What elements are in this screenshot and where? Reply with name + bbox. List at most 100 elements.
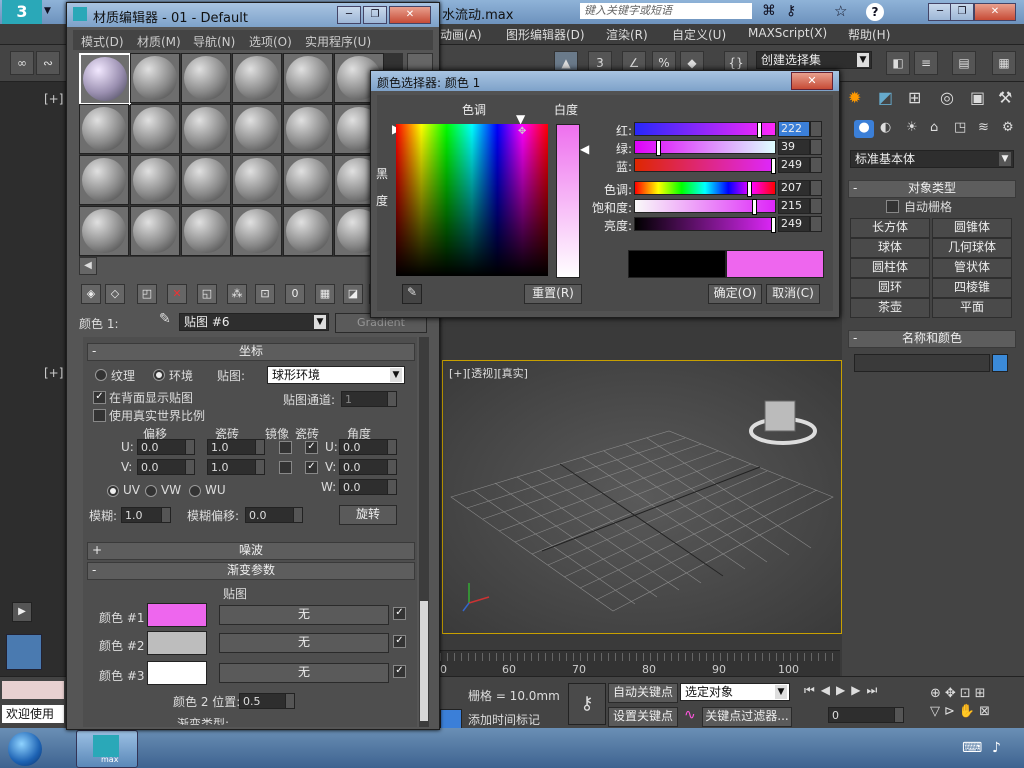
mat-menu-navigation[interactable]: 导航(N)	[193, 33, 235, 50]
sample-slot[interactable]	[232, 53, 282, 103]
sample-slot[interactable]	[79, 155, 129, 205]
show-end-icon[interactable]: ◪	[343, 284, 363, 304]
link-icon[interactable]: ∞	[10, 51, 34, 75]
green-slider[interactable]	[634, 140, 776, 156]
time-config-icon[interactable]	[440, 709, 462, 729]
gradient-rollout-header[interactable]: - 渐变参数	[87, 562, 415, 580]
sample-slot[interactable]	[181, 104, 231, 154]
set-key-icon[interactable]: ⚷	[568, 683, 606, 725]
material-editor-titlebar[interactable]: 材质编辑器 - 01 - Default ─ ❐ ✕	[67, 3, 439, 27]
map-name-dropdown[interactable]: 贴图 #6 ▼	[179, 313, 329, 331]
sample-slot[interactable]	[130, 155, 180, 205]
mat-minimize-button[interactable]: ─	[337, 6, 361, 24]
menu-customize[interactable]: 自定义(U)	[672, 26, 726, 43]
green-slider-knob[interactable]	[656, 140, 661, 156]
put-library-icon[interactable]: ⊡	[255, 284, 275, 304]
teapot-button[interactable]: 茶壶	[850, 298, 930, 318]
sample-slot[interactable]	[283, 155, 333, 205]
spacewarps-icon[interactable]: ≋	[978, 120, 989, 135]
u-mirror-checkbox[interactable]	[279, 441, 292, 454]
color3-map-button[interactable]: 无	[219, 663, 389, 683]
key-icon[interactable]: ⚷	[786, 3, 804, 21]
menu-graph-editors[interactable]: 图形编辑器(D)	[506, 26, 585, 43]
v-angle-spinner[interactable]: 0.0	[339, 459, 397, 475]
mat-menu-options[interactable]: 选项(O)	[249, 33, 292, 50]
sample-slot[interactable]	[232, 155, 282, 205]
cone-button[interactable]: 圆锥体	[932, 218, 1012, 238]
volume-icon[interactable]: ♪	[992, 740, 1001, 756]
red-slider-knob[interactable]	[757, 122, 762, 138]
effects-channel-icon[interactable]: 0	[285, 284, 305, 304]
eyedropper-icon[interactable]: ✎	[402, 284, 422, 304]
whiteness-bar[interactable]	[556, 124, 580, 278]
blue-slider[interactable]	[634, 158, 776, 174]
u-offset-spinner[interactable]: 0.0	[137, 439, 195, 455]
object-name-field[interactable]	[854, 354, 990, 372]
cameras-icon[interactable]: ⌂	[930, 120, 938, 135]
taskbar-app-3dsmax[interactable]: max	[76, 730, 138, 768]
mat-menu-modes[interactable]: 模式(D)	[81, 33, 124, 50]
lights-icon[interactable]: ☀	[906, 120, 918, 135]
v-tile-checkbox[interactable]: ✓	[305, 461, 318, 474]
color2-map-button[interactable]: 无	[219, 633, 389, 653]
u-angle-spinner[interactable]: 0.0	[339, 439, 397, 455]
motion-tab-icon[interactable]: ◎	[940, 88, 954, 107]
sample-slot[interactable]	[283, 206, 333, 256]
put-to-scene-icon[interactable]: ◇	[105, 284, 125, 304]
sample-slot[interactable]	[181, 155, 231, 205]
texture-radio[interactable]	[95, 369, 107, 381]
star-icon[interactable]: ☆	[834, 2, 852, 20]
plane-button[interactable]: 平面	[932, 298, 1012, 318]
viewport-nav-controls[interactable]: ⊕✥⊡⊞ ▽⊳✋⊠	[930, 685, 1022, 725]
app-logo-icon[interactable]: 3	[2, 0, 42, 24]
viewport-layout-icon[interactable]	[6, 634, 42, 670]
hierarchy-tab-icon[interactable]: ⊞	[908, 88, 921, 107]
help-icon[interactable]: ?	[866, 3, 884, 21]
set-key-button[interactable]: 设置关键点	[608, 707, 678, 727]
noise-rollout-header[interactable]: + 噪波	[87, 542, 415, 560]
red-spinner[interactable]	[810, 121, 822, 137]
sample-slot[interactable]	[130, 206, 180, 256]
color2-position-spinner[interactable]: 0.5	[239, 693, 295, 709]
object-type-header[interactable]: - 对象类型	[848, 180, 1016, 198]
sample-slot[interactable]	[130, 53, 180, 103]
sample-slot[interactable]	[79, 53, 131, 105]
named-selection-dropdown[interactable]: 创建选择集 ▼	[756, 51, 872, 69]
sample-slot[interactable]	[79, 104, 129, 154]
hue-slider[interactable]	[634, 181, 776, 197]
mapping-dropdown[interactable]: 球形环境 ▼	[267, 366, 405, 384]
blue-slider-knob[interactable]	[771, 158, 776, 174]
saturation-spinner[interactable]	[810, 198, 822, 214]
start-button[interactable]	[0, 728, 50, 768]
saturation-value[interactable]: 215	[778, 198, 810, 214]
unique-icon[interactable]: ⁂	[227, 284, 247, 304]
modify-tab-icon[interactable]: ◩	[878, 88, 893, 107]
environ-radio[interactable]	[153, 369, 165, 381]
timeline-ruler[interactable]: 0 60 70 80 90 100	[440, 650, 840, 677]
pyramid-button[interactable]: 四棱锥	[932, 278, 1012, 298]
blue-value[interactable]: 249	[778, 157, 810, 173]
material-editor-scrollbar[interactable]	[419, 337, 429, 727]
maxscript-listener[interactable]	[2, 681, 64, 699]
blur-offset-spinner[interactable]: 0.0	[245, 507, 303, 523]
menu-help[interactable]: 帮助(H)	[848, 26, 890, 43]
green-spinner[interactable]	[810, 139, 822, 155]
utilities-tab-icon[interactable]: ⚒	[998, 88, 1012, 107]
cancel-button[interactable]: 取消(C)	[766, 284, 820, 304]
color1-map-checkbox[interactable]: ✓	[393, 607, 406, 620]
get-material-icon[interactable]: ◈	[81, 284, 101, 304]
mat-menu-utilities[interactable]: 实用程序(U)	[305, 33, 371, 50]
show-back-checkbox[interactable]: ✓	[93, 391, 106, 404]
tube-button[interactable]: 管状体	[932, 258, 1012, 278]
create-tab-icon[interactable]: ✹	[848, 88, 861, 107]
perspective-viewport[interactable]: [+][透视][真实]	[442, 360, 842, 634]
reset-button[interactable]: 重置(R)	[524, 284, 582, 304]
cylinder-button[interactable]: 圆柱体	[850, 258, 930, 278]
sample-slot[interactable]	[283, 104, 333, 154]
name-color-header[interactable]: - 名称和颜色	[848, 330, 1016, 348]
systems-icon[interactable]: ⚙	[1002, 120, 1014, 135]
viewport-label-bottom[interactable]: [+]	[44, 366, 63, 380]
color3-swatch[interactable]	[147, 661, 207, 685]
helpers-icon[interactable]: ◳	[954, 120, 966, 135]
search-input[interactable]: 键入关键字或短语	[580, 3, 752, 19]
